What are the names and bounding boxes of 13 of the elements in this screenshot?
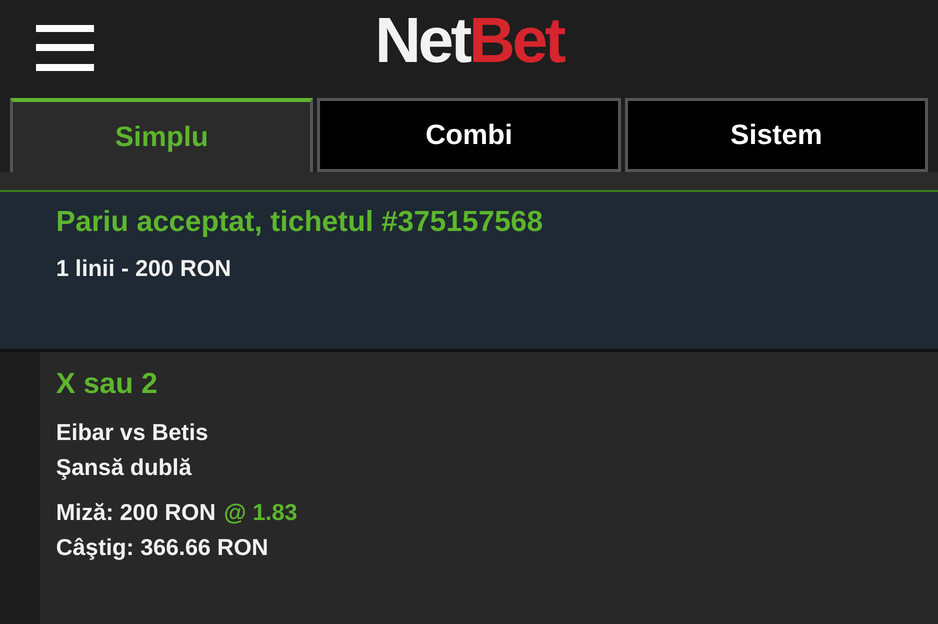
stake-text: Miză: 200 RON	[56, 498, 216, 527]
tab[interactable]: Combi	[317, 98, 621, 172]
logo: NetBet	[374, 8, 564, 72]
event-name: Eibar vs Betis	[56, 418, 210, 447]
bet-selection: X sau 2	[56, 368, 159, 401]
tab[interactable]: Simplu	[10, 98, 314, 172]
market-name: Şansă dublă	[56, 453, 193, 482]
bet-summary: 1 linii - 200 RON	[56, 254, 232, 283]
tab[interactable]: Sistem	[624, 98, 928, 172]
menu-icon[interactable]	[36, 24, 94, 70]
odds-text: @ 1.83	[224, 498, 298, 527]
confirmation-title: Pariu acceptat, tichetul #375157568	[56, 206, 544, 239]
winnings-text: Câştig: 366.66 RON	[56, 533, 270, 562]
